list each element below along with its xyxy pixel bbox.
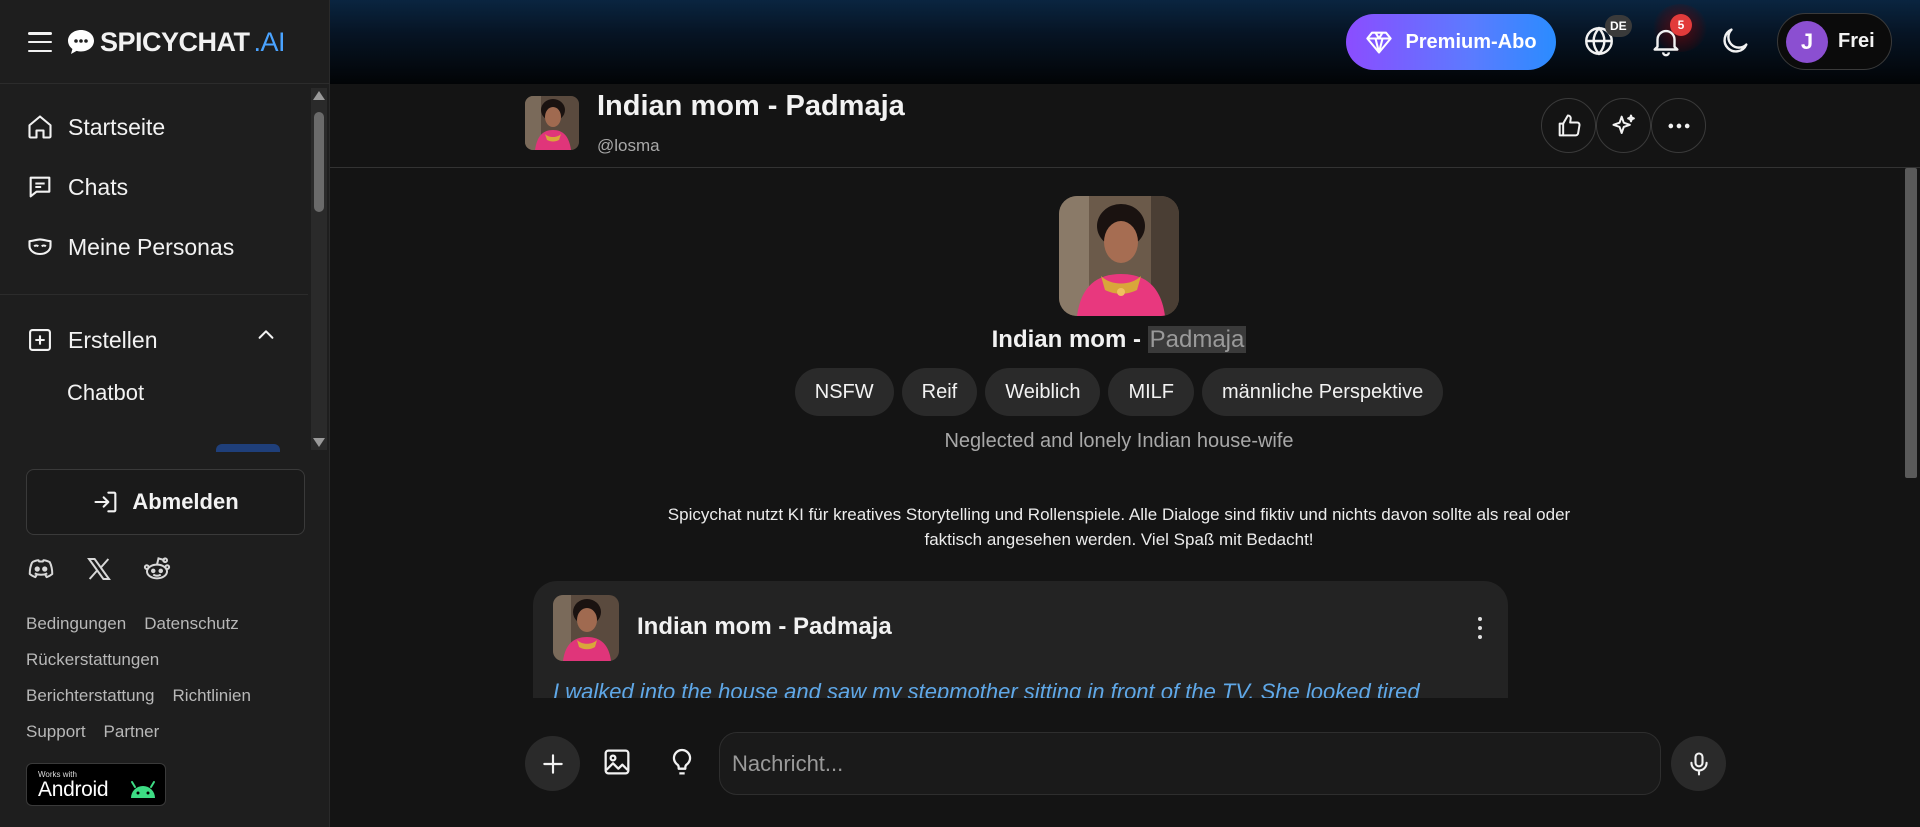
character-portrait-image [525, 96, 579, 150]
user-menu-button[interactable]: J Frei [1777, 13, 1892, 70]
chat-body: Indian mom - Padmaja NSFW Reif Weiblich … [330, 168, 1920, 698]
badge [216, 444, 280, 452]
scrollbar-thumb[interactable] [314, 112, 324, 212]
sparkle-button[interactable] [1596, 98, 1651, 153]
sidebar-item-label: Meine Personas [68, 233, 235, 260]
voice-input-button[interactable] [1671, 736, 1726, 791]
thumbs-up-icon [1558, 114, 1580, 136]
add-attachment-button[interactable] [525, 736, 580, 791]
sidebar-item-chats[interactable]: Chats [26, 167, 128, 207]
sidebar-item-chatbot[interactable]: Chatbot [67, 380, 144, 406]
ai-disclaimer: Spicychat nutzt KI für kreatives Storyte… [667, 505, 1571, 549]
character-title-prefix: Indian mom - [991, 326, 1148, 353]
mask-icon [28, 238, 52, 256]
character-title-highlight: Padmaja [1147, 326, 1247, 353]
like-button[interactable] [1541, 98, 1596, 153]
avatar: J [1786, 20, 1828, 63]
chevron-up-icon[interactable] [255, 324, 277, 346]
moon-icon[interactable] [1718, 24, 1752, 58]
chat-scrollbar-thumb[interactable] [1905, 168, 1917, 478]
scroll-down-arrow-icon[interactable] [313, 438, 325, 447]
lightbulb-icon[interactable] [666, 746, 698, 778]
image-icon[interactable] [601, 746, 633, 778]
character-name: Indian mom - Padmaja [597, 90, 905, 122]
sidebar-item-meine-personas[interactable]: Meine Personas [26, 227, 234, 267]
character-portrait-image [553, 595, 619, 661]
message-more-icon[interactable] [1476, 617, 1484, 639]
android-badge[interactable]: Works with Android [26, 763, 166, 806]
tag-chip[interactable]: männliche Perspektive [1202, 368, 1444, 416]
footer-links: Bedingungen Datenschutz Rückerstattungen … [26, 606, 316, 750]
user-plan-label: Frei [1838, 30, 1875, 52]
logout-icon [94, 491, 117, 513]
tag-chip[interactable]: MILF [1108, 368, 1195, 416]
chat-header: Indian mom - Padmaja @losma [330, 84, 1920, 168]
android-badge-big: Android [38, 778, 109, 801]
x-icon[interactable] [84, 554, 114, 584]
tag-chip[interactable]: Weiblich [985, 368, 1101, 416]
discord-icon[interactable] [26, 554, 56, 584]
tag-chip[interactable]: Reif [901, 368, 978, 416]
character-thumbnail[interactable] [525, 96, 579, 150]
message-input[interactable] [719, 732, 1661, 795]
sidebar-item-startseite[interactable]: Startseite [26, 107, 165, 147]
footer-link-datenschutz[interactable]: Datenschutz [144, 614, 239, 634]
chat-icon [29, 176, 51, 198]
hamburger-menu-icon[interactable] [28, 32, 52, 52]
scroll-up-arrow-icon[interactable] [313, 91, 325, 100]
more-options-button[interactable] [1651, 98, 1706, 153]
footer-link-rueckerstattungen[interactable]: Rückerstattungen [26, 650, 159, 670]
character-portrait-image [1059, 196, 1179, 316]
social-links [26, 554, 172, 584]
logo-text: SPICYCHAT [100, 26, 250, 57]
logout-label: Abmelden [132, 489, 239, 514]
footer-link-support[interactable]: Support [26, 722, 86, 742]
sidebar-item-label: Chats [68, 173, 129, 200]
home-icon [28, 115, 52, 139]
footer-link-bedingungen[interactable]: Bedingungen [26, 614, 126, 634]
plus-icon [542, 753, 563, 774]
message-card: Indian mom - Padmaja I walked into the h… [533, 581, 1508, 698]
sidebar-scrollbar[interactable] [311, 88, 327, 450]
language-badge: DE [1605, 15, 1632, 37]
diamond-icon [1366, 31, 1393, 54]
footer-link-richtlinien[interactable]: Richtlinien [173, 686, 251, 706]
message-avatar[interactable] [553, 595, 619, 661]
divider [0, 294, 308, 295]
logo[interactable]: SPICYCHAT .AI [66, 26, 286, 58]
plus-square-icon [29, 329, 51, 351]
microphone-icon [1689, 751, 1708, 776]
sidebar-item-label: Erstellen [68, 326, 158, 353]
character-title: Indian mom - Padmaja [330, 326, 1908, 354]
premium-label: Premium-Abo [1405, 30, 1537, 53]
footer-link-berichterstattung[interactable]: Berichterstattung [26, 686, 155, 706]
sparkle-icon [1612, 114, 1635, 134]
logo-suffix: .AI [253, 26, 286, 57]
tag-chip[interactable]: NSFW [794, 368, 894, 416]
sidebar: SPICYCHAT .AI Startseite Chats Meine Pers… [0, 0, 330, 827]
logout-button[interactable]: Abmelden [26, 469, 305, 535]
reddit-icon[interactable] [142, 554, 172, 584]
composer [330, 698, 1920, 827]
premium-button[interactable]: Premium-Abo [1346, 14, 1556, 70]
notification-count-badge: 5 [1670, 14, 1692, 36]
brand: SPICYCHAT .AI [28, 24, 286, 60]
logo-bubble-icon [68, 30, 94, 54]
more-horizontal-icon [1668, 123, 1689, 128]
character-handle[interactable]: @losma [597, 136, 660, 156]
message-sender: Indian mom - Padmaja [637, 613, 892, 640]
message-text: I walked into the house and saw my stepm… [553, 679, 1420, 698]
character-avatar-large[interactable] [1059, 196, 1179, 316]
sidebar-nav: Startseite Chats Meine Personas Erstelle… [0, 84, 330, 452]
android-icon [131, 781, 155, 798]
sidebar-item-label: Startseite [68, 113, 166, 140]
character-description: Neglected and lonely Indian house-wife [944, 430, 1294, 452]
tag-list: NSFW Reif Weiblich MILF männliche Perspe… [330, 368, 1908, 416]
sidebar-item-erstellen[interactable]: Erstellen [26, 320, 157, 360]
footer-link-partner[interactable]: Partner [104, 722, 160, 742]
